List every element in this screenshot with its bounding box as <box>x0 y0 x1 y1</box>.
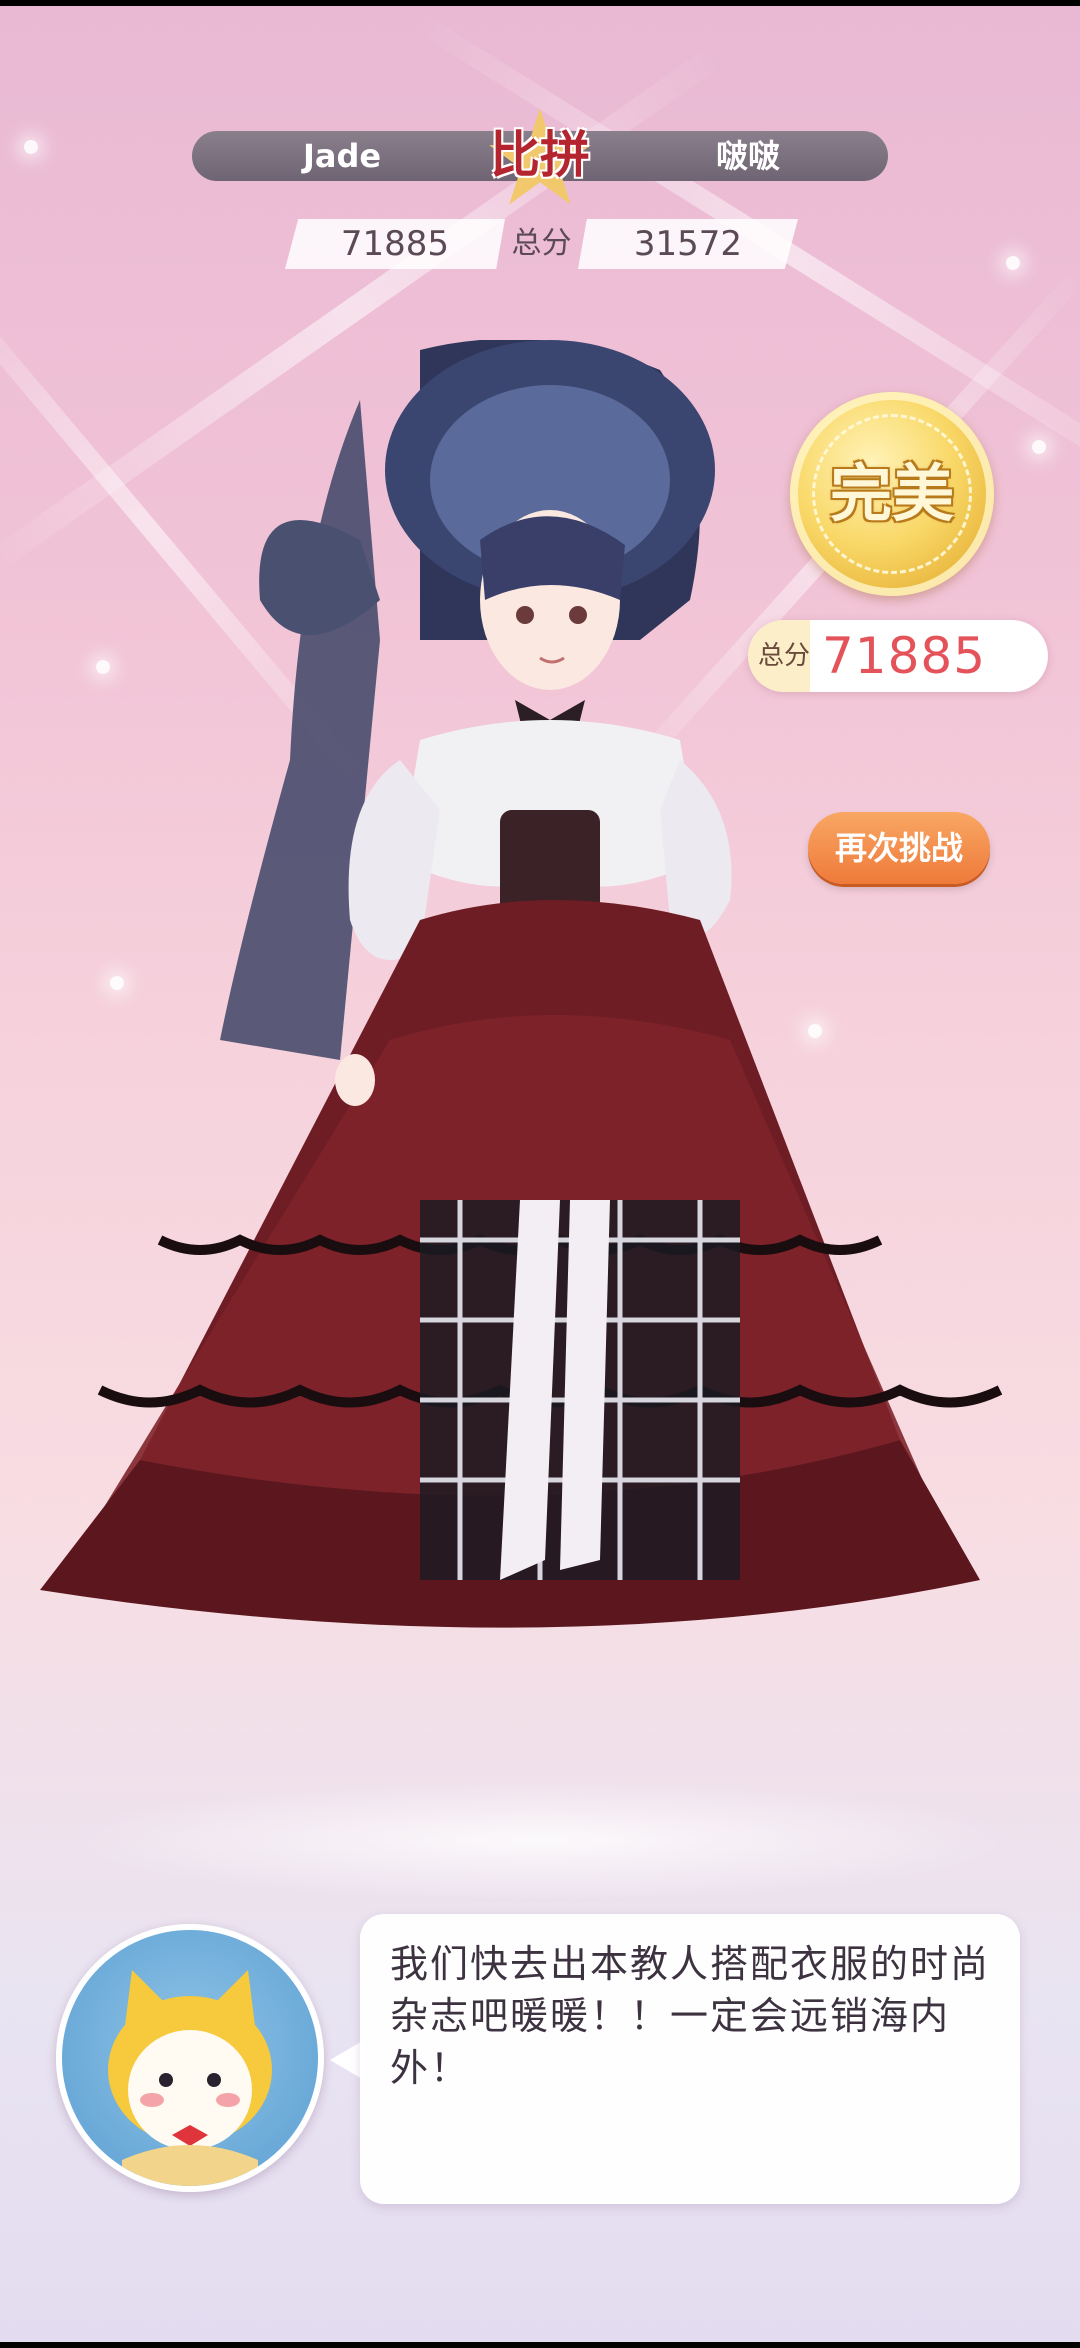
companion-avatar <box>56 1924 324 2192</box>
left-player-name: Jade <box>302 137 382 175</box>
status-bar-bottom <box>0 2342 1080 2348</box>
dialog-text: 我们快去出本教人搭配衣服的时尚杂志吧暖暖！！一定会远销海内外！ <box>390 1942 991 2090</box>
versus-total-label: 总分 <box>511 226 572 261</box>
total-score-label: 总分 <box>748 620 810 692</box>
dialog-tail <box>330 2040 364 2080</box>
status-bar-top <box>0 0 1080 6</box>
rating-text: 完美 <box>829 457 954 530</box>
right-score: 31572 <box>578 219 798 269</box>
left-score: 71885 <box>285 219 505 269</box>
total-score-pill: 总分 71885 <box>748 620 1048 692</box>
total-score-value: 71885 <box>822 627 987 685</box>
dialog-bubble[interactable]: 我们快去出本教人搭配衣服的时尚杂志吧暖暖！！一定会远销海内外！ <box>360 1914 1020 2204</box>
stage-platform <box>60 1780 1020 1900</box>
rating-medal: 完美 <box>790 392 994 596</box>
retry-challenge-button[interactable]: 再次挑战 <box>808 812 990 884</box>
cat-mascot-icon <box>108 1970 272 2186</box>
right-player-name: 啵啵 <box>715 137 780 175</box>
versus-title: 比拼 <box>490 126 590 184</box>
